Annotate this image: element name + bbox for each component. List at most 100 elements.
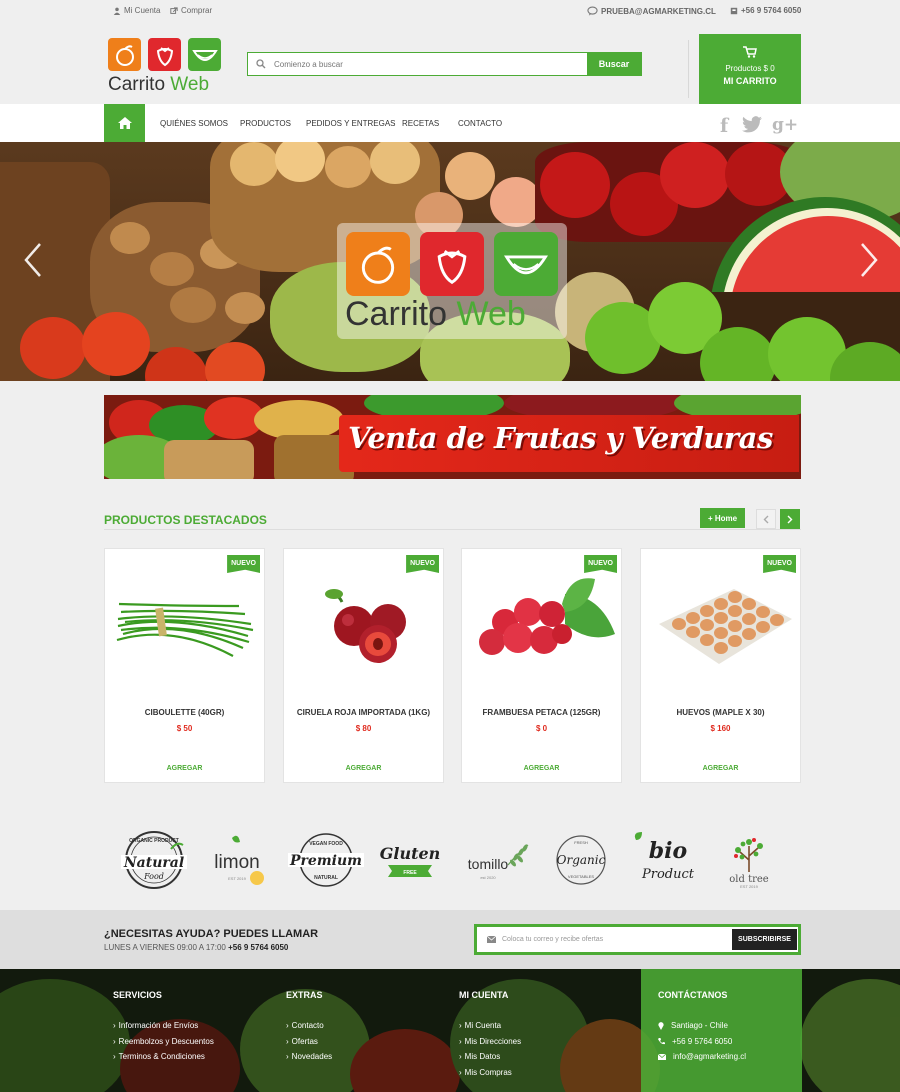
brand-bio-product[interactable]: bio Product	[628, 830, 704, 890]
google-plus-icon[interactable]: g+	[772, 115, 798, 135]
brand-oldtree-sub-text: EST 2019	[740, 884, 758, 889]
brand-old-tree[interactable]: old tree EST 2019	[716, 830, 782, 890]
footer-col-extras: EXTRAS › Contacto › Ofertas › Novedades	[286, 990, 332, 1065]
product-price: $ 50	[176, 724, 193, 733]
cart-total: Productos $ 0	[725, 64, 775, 73]
home-button[interactable]	[104, 104, 145, 142]
hero-prev-arrow[interactable]	[22, 242, 44, 287]
nav-item-about[interactable]: QUIÉNES SOMOS	[160, 119, 228, 128]
footer-col-services: SERVICIOS › Información de Envíos › Reembo…	[113, 990, 214, 1065]
product-image-chives[interactable]	[113, 564, 258, 684]
cart-button[interactable]: Productos $ 0 MI CARRITO	[699, 34, 801, 104]
footer-col-title: MI CUENTA	[459, 990, 509, 1000]
footer-link[interactable]: › Mis Datos	[459, 1049, 521, 1065]
brand-limon-sub-text: EST 2019	[228, 876, 246, 881]
footer-link[interactable]: › Contacto	[286, 1018, 332, 1034]
brand-organic[interactable]: FRESH Organic VEGETABLES	[548, 830, 614, 890]
footer-link-label: Mis Compras	[464, 1067, 512, 1077]
hero-next-arrow[interactable]	[858, 242, 880, 287]
brand-organic-sub-text: VEGETABLES	[568, 874, 594, 879]
featured-home-button[interactable]: + Home	[700, 508, 745, 528]
brand-natural-food[interactable]: ORGANIC PRODUCT Natural Food	[118, 830, 190, 890]
product-name[interactable]: HUEVOS (MAPLE X 30)	[641, 708, 800, 717]
footer-link[interactable]: › Ofertas	[286, 1034, 332, 1050]
footer-email-text: info@agmarketing.cl	[673, 1052, 747, 1062]
twitter-icon[interactable]	[742, 116, 762, 138]
search-button[interactable]: Buscar	[587, 53, 641, 75]
footer-link[interactable]: › Mi Cuenta	[459, 1018, 521, 1034]
promo-banner[interactable]: Venta de Frutas y Verduras	[104, 395, 801, 479]
product-card[interactable]: NUEVO CIRUELA ROJA IMPORTADA (1KG) $ 80 …	[283, 548, 444, 783]
carousel-prev-button[interactable]	[756, 509, 776, 529]
brand-gluten-main-text: Gluten	[380, 844, 441, 863]
hero-logo: Carrito Web	[337, 223, 567, 339]
footer-link-label: Mis Direcciones	[464, 1036, 522, 1046]
product-card[interactable]: NUEVO FRAMBUESA PETACA (125GR) $ 0 AGREG…	[461, 548, 622, 783]
brand-limon[interactable]: limon EST 2019	[202, 830, 272, 890]
facebook-icon[interactable]: f	[720, 115, 728, 137]
footer-col-title: SERVICIOS	[113, 990, 162, 1000]
add-to-cart-button[interactable]: AGREGAR	[284, 765, 443, 772]
footer-link[interactable]: › Terminos & Condiciones	[113, 1049, 214, 1065]
subscribe-button[interactable]: SUBSCRIBIRSE	[732, 929, 797, 950]
envelope-icon	[658, 1053, 666, 1060]
strawberry-icon	[148, 38, 181, 71]
footer-link[interactable]: › Reembolzos y Descuentos	[113, 1034, 214, 1050]
brand-premium[interactable]: VEGAN FOOD Premium NATURAL	[286, 830, 366, 890]
footer-email[interactable]: info@agmarketing.cl	[658, 1049, 746, 1065]
home-icon	[117, 117, 132, 129]
brand-natural-top-text: ORGANIC PRODUCT	[129, 838, 179, 844]
brand-organic-main-text: Organic	[557, 853, 606, 867]
brand-gluten-free[interactable]: Gluten FREE	[378, 830, 442, 890]
footer-link-label: Terminos & Condiciones	[118, 1052, 205, 1062]
footer-link-label: Información de Envíos	[118, 1021, 199, 1031]
brand-premium-top-text: VEGAN FOOD	[309, 841, 343, 847]
brand-tomillo[interactable]: tomillo est 2020	[458, 830, 536, 890]
nav-item-contact[interactable]: CONTACTO	[458, 119, 502, 128]
carousel-next-button[interactable]	[780, 509, 800, 529]
newsletter-input[interactable]: Coloca tu correo y recibe ofertas	[477, 927, 727, 952]
product-name[interactable]: CIBOULETTE (40GR)	[105, 708, 264, 717]
orange-icon	[108, 38, 141, 71]
product-card[interactable]: NUEVO CIBOULETTE (40GR) $ 50 AGREGAR	[104, 548, 265, 783]
help-band: ¿NECESITAS AYUDA? PUEDES LLAMAR LUNES A …	[0, 910, 900, 969]
search-input[interactable]	[274, 53, 587, 75]
hero-orange-icon	[346, 232, 410, 296]
logo-wordmark: Carrito Web	[108, 74, 209, 96]
footer-link[interactable]: › Novedades	[286, 1049, 332, 1065]
nav-item-products[interactable]: PRODUCTOS	[240, 119, 291, 128]
footer-col-title: EXTRAS	[286, 990, 323, 1000]
cart-icon	[699, 46, 801, 58]
site-logo[interactable]: Carrito Web	[108, 38, 228, 96]
product-name[interactable]: FRAMBUESA PETACA (125GR)	[462, 708, 621, 717]
help-phone: +56 9 5764 6050	[228, 943, 289, 952]
footer-phone: +56 9 5764 6050	[658, 1034, 746, 1050]
product-price: $ 80	[355, 724, 372, 733]
add-to-cart-button[interactable]: AGREGAR	[641, 765, 800, 772]
product-image-plum[interactable]	[292, 564, 437, 684]
buy-link[interactable]: Comprar	[170, 6, 212, 15]
footer-link[interactable]: › Información de Envíos	[113, 1018, 214, 1034]
brand-natural-sub-text: Food	[143, 872, 164, 881]
product-image-eggs[interactable]	[649, 564, 794, 684]
external-link-icon	[170, 6, 178, 14]
product-image-raspberry[interactable]	[470, 564, 615, 684]
help-hours-line: LUNES A VIERNES 09:00 A 17:00 +56 9 5764…	[104, 943, 288, 952]
account-link[interactable]: Mi Cuenta	[113, 6, 160, 15]
footer-link[interactable]: › Mis Compras	[459, 1065, 521, 1081]
footer: SERVICIOS › Información de Envíos › Reembo…	[0, 969, 900, 1092]
add-to-cart-button[interactable]: AGREGAR	[105, 765, 264, 772]
brand-tomillo-sub-text: est 2020	[480, 875, 496, 880]
nav-item-orders[interactable]: PEDIDOS Y ENTREGAS	[306, 119, 396, 128]
brand-limon-text: limon	[214, 852, 259, 873]
footer-contact-title: CONTÁCTANOS	[658, 990, 728, 1000]
product-card[interactable]: NUEVO HUEVOS (MAPLE X 30) $ 160 AGREGAR	[640, 548, 801, 783]
add-to-cart-button[interactable]: AGREGAR	[462, 765, 621, 772]
brand-bio-sub-text: Product	[641, 867, 695, 882]
product-name[interactable]: CIRUELA ROJA IMPORTADA (1KG)	[284, 708, 443, 717]
account-label: Mi Cuenta	[124, 6, 161, 15]
nav-item-recipes[interactable]: RECETAS	[402, 119, 439, 128]
phone-label: +56 9 5764 6050	[741, 6, 802, 15]
footer-link[interactable]: › Mis Direcciones	[459, 1034, 521, 1050]
email-link[interactable]: PRUEBA@AGMARKETING.CL	[587, 6, 716, 16]
